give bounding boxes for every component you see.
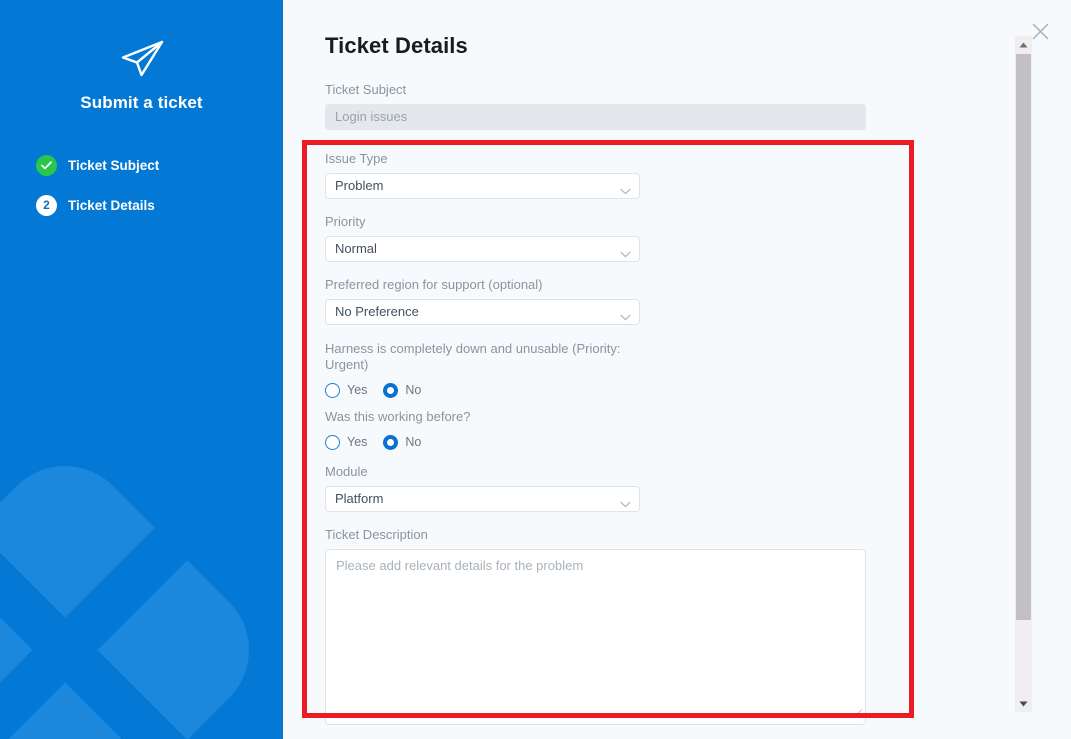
preferred-region-select-wrap: No Preference	[325, 298, 640, 325]
priority-select[interactable]: Normal	[325, 235, 640, 262]
step-label-ticket-subject: Ticket Subject	[68, 157, 160, 173]
harness-down-option-no[interactable]: No	[383, 382, 422, 398]
sidebar-title: Submit a ticket	[80, 93, 203, 112]
radio-unchecked-icon[interactable]	[325, 382, 340, 398]
priority-select-wrap: Normal	[325, 235, 640, 262]
module-select[interactable]: Platform	[325, 486, 640, 513]
harness-down-option-yes-label: Yes	[347, 383, 368, 398]
ticket-details-form: Ticket Subject Login issues Issue Type P…	[325, 82, 909, 733]
field-working-before: Was this working before? Yes No	[325, 409, 909, 453]
scrollbar-thumb[interactable]	[1016, 54, 1031, 620]
issue-type-select-wrap: Problem	[325, 172, 640, 199]
ticket-description-textarea[interactable]: Please add relevant details for the prob…	[325, 549, 866, 726]
working-before-option-yes-label: Yes	[347, 435, 368, 450]
decorative-watermark	[0, 437, 278, 739]
field-priority: Priority Normal	[325, 214, 909, 262]
working-before-radio-group: Yes No	[325, 431, 909, 453]
ticket-subject-input: Login issues	[325, 103, 866, 130]
preferred-region-select[interactable]: No Preference	[325, 298, 640, 325]
vertical-scrollbar[interactable]	[1015, 36, 1032, 712]
sidebar-step-ticket-details[interactable]: 2 Ticket Details	[36, 192, 276, 218]
step-list: Ticket Subject 2 Ticket Details	[36, 152, 276, 232]
radio-unchecked-icon[interactable]	[325, 434, 340, 450]
module-select-wrap: Platform	[325, 486, 640, 513]
label-ticket-description: Ticket Description	[325, 527, 428, 543]
sidebar-step-ticket-subject[interactable]: Ticket Subject	[36, 152, 276, 178]
field-issue-type: Issue Type Problem	[325, 151, 909, 199]
field-preferred-region: Preferred region for support (optional) …	[325, 277, 909, 325]
submit-ticket-dialog: Submit a ticket Ticket Subject 2 Ticket …	[0, 0, 1071, 739]
label-harness-down: Harness is completely down and unusable …	[325, 340, 621, 373]
main-panel: Ticket Details Ticket Subject Login issu…	[283, 0, 1071, 739]
paper-plane-icon	[0, 38, 283, 85]
field-ticket-description: Ticket Description Please add relevant d…	[325, 527, 909, 726]
label-issue-type: Issue Type	[325, 150, 388, 166]
harness-down-radio-group: Yes No	[325, 379, 909, 401]
label-working-before: Was this working before?	[325, 409, 471, 425]
ticket-description-placeholder: Please add relevant details for the prob…	[336, 558, 584, 574]
step-label-ticket-details: Ticket Details	[68, 197, 155, 213]
working-before-option-yes[interactable]: Yes	[325, 434, 368, 450]
sidebar: Submit a ticket Ticket Subject 2 Ticket …	[0, 0, 283, 739]
resize-handle-icon[interactable]	[852, 704, 863, 722]
field-ticket-subject: Ticket Subject Login issues	[325, 82, 909, 130]
issue-type-select[interactable]: Problem	[325, 172, 640, 199]
page-title: Ticket Details	[325, 33, 468, 58]
close-icon[interactable]	[1029, 20, 1051, 42]
field-harness-down: Harness is completely down and unusable …	[325, 341, 909, 402]
scroll-down-arrow-icon[interactable]	[1015, 695, 1032, 712]
radio-checked-icon[interactable]	[383, 434, 399, 450]
harness-down-option-yes[interactable]: Yes	[325, 382, 368, 398]
step-number-badge: 2	[36, 194, 57, 216]
label-preferred-region: Preferred region for support (optional)	[325, 276, 543, 292]
field-module: Module Platform	[325, 464, 909, 513]
label-priority: Priority	[325, 213, 366, 229]
harness-down-option-no-label: No	[405, 383, 422, 398]
working-before-option-no-label: No	[405, 435, 422, 450]
working-before-option-no[interactable]: No	[383, 434, 422, 450]
label-ticket-subject: Ticket Subject	[325, 82, 407, 97]
label-module: Module	[325, 464, 368, 480]
check-icon	[36, 154, 57, 176]
radio-checked-icon[interactable]	[383, 382, 399, 398]
